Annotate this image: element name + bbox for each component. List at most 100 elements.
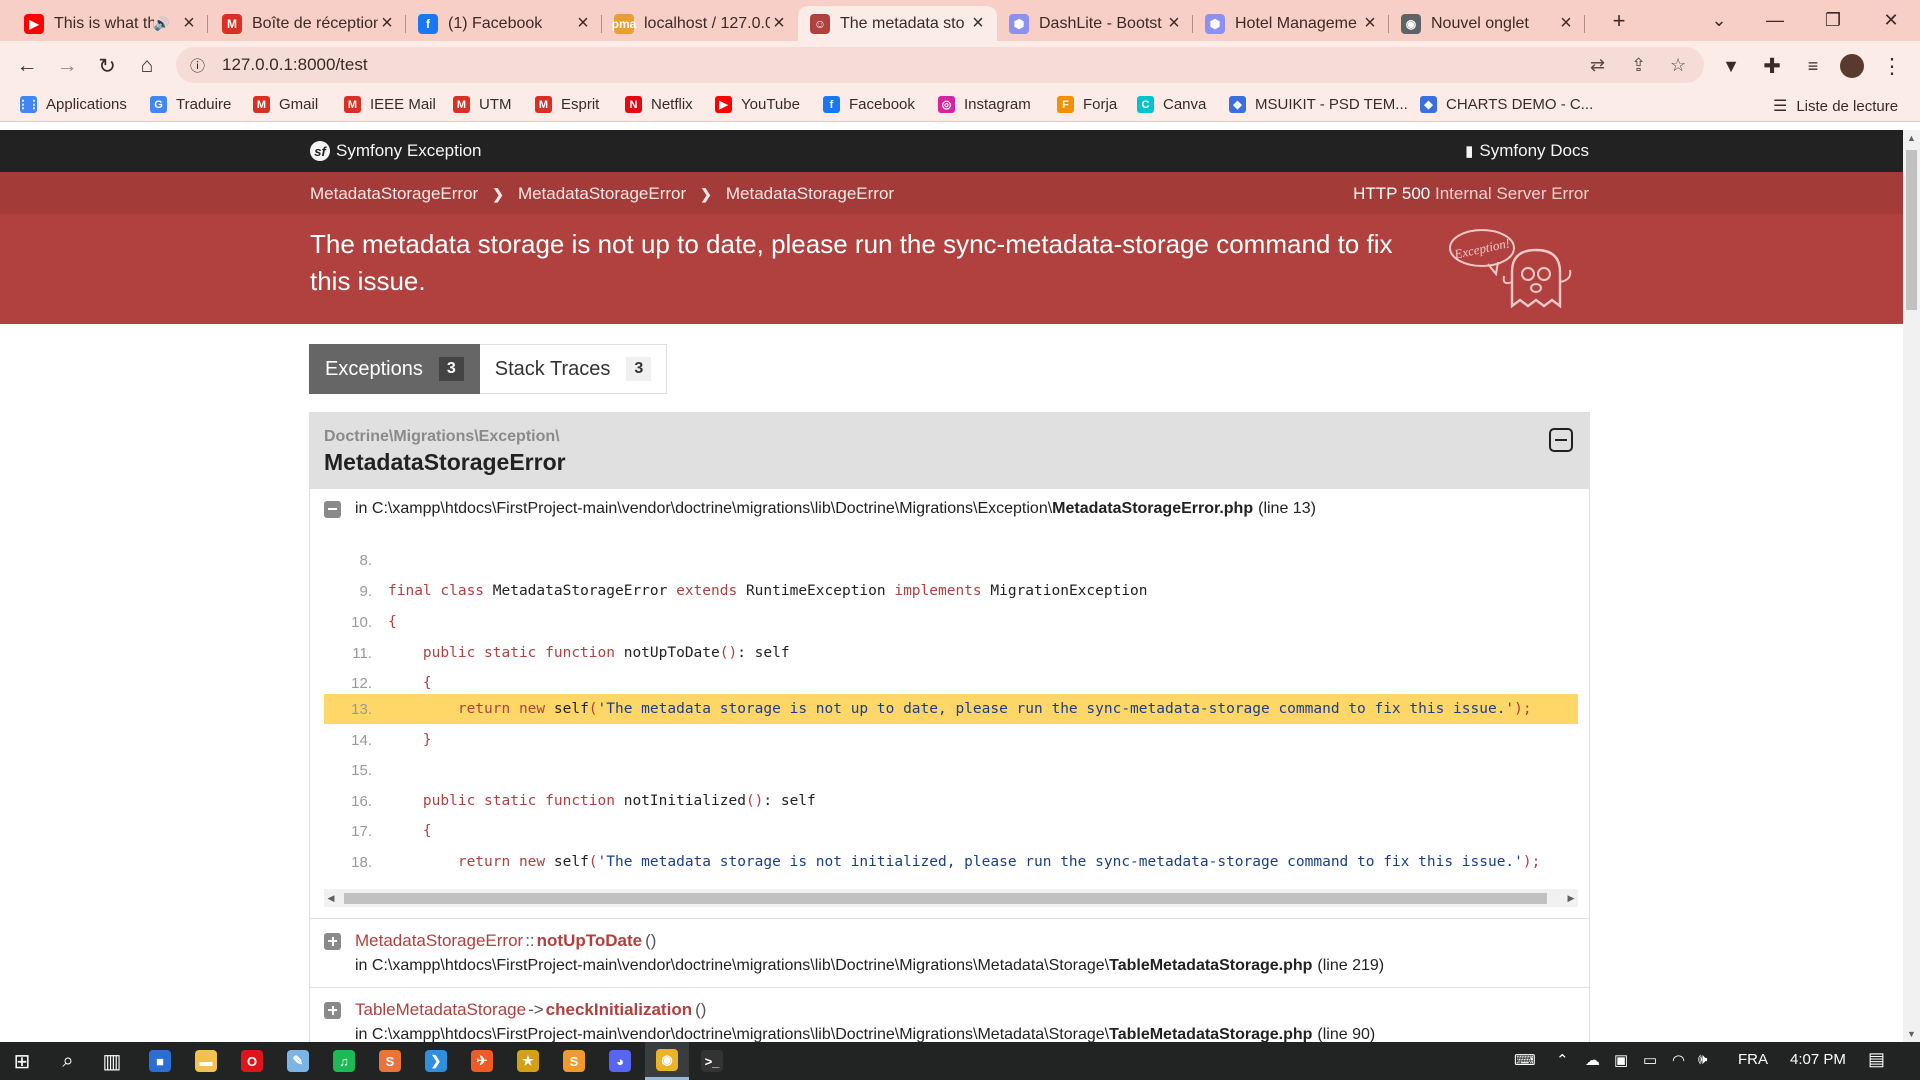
scrollbar-thumb[interactable] xyxy=(344,893,1547,904)
code-horizontal-scrollbar[interactable]: ◀ ▶ xyxy=(324,889,1578,907)
tab-close-icon[interactable]: × xyxy=(969,12,987,35)
translate-page-icon[interactable]: ⇄ xyxy=(1590,55,1605,76)
reload-icon[interactable]: ↻ xyxy=(93,52,121,80)
notepad-icon[interactable]: ✎ xyxy=(276,1042,320,1080)
address-bar[interactable]: ⓘ 127.0.0.1:8000/test ⇄ ⇪ ☆ xyxy=(176,47,1704,83)
extensions-puzzle-icon[interactable]: ✚ xyxy=(1758,52,1786,80)
audio-playing-icon[interactable]: 🔊 xyxy=(154,16,170,32)
page-scrollbar[interactable]: ▲ ▼ xyxy=(1903,130,1920,1042)
exception-file-line[interactable]: in C:\xampp\htdocs\FirstProject-main\ven… xyxy=(324,500,1316,518)
clock[interactable]: 4:07 PM xyxy=(1790,1051,1846,1068)
bookmark-item[interactable]: ▶ YouTube xyxy=(715,96,800,113)
search-icon[interactable]: ⌕ xyxy=(46,1042,90,1080)
bookmark-item[interactable]: M IEEE Mail xyxy=(344,96,436,113)
tab-close-icon[interactable]: × xyxy=(1165,12,1183,35)
tab-exceptions[interactable]: Exceptions 3 xyxy=(309,344,480,394)
display-icon[interactable]: ▣ xyxy=(1614,1051,1628,1069)
file-explorer-icon[interactable]: ▬ xyxy=(184,1042,228,1080)
opera-icon[interactable]: O xyxy=(230,1042,274,1080)
sublime-text-icon[interactable]: S xyxy=(552,1042,596,1080)
bookmark-item[interactable]: ◎ Instagram xyxy=(938,96,1031,113)
forward-arrow-icon[interactable]: → xyxy=(53,52,81,80)
browser-tab[interactable]: M Boîte de réception × xyxy=(210,6,406,41)
collapse-icon[interactable] xyxy=(1549,428,1573,452)
scroll-right-icon[interactable]: ▶ xyxy=(1564,889,1578,907)
page-scrollbar-thumb[interactable] xyxy=(1906,150,1917,310)
tab-close-icon[interactable]: × xyxy=(378,12,396,35)
close-window-button[interactable]: ✕ xyxy=(1862,0,1920,41)
tab-close-icon[interactable]: × xyxy=(1361,12,1379,35)
bookmark-item[interactable]: F Forja xyxy=(1057,96,1117,113)
chrome-icon[interactable]: ◉ xyxy=(645,1042,689,1080)
star-app-icon[interactable]: ★ xyxy=(506,1042,550,1080)
bookmark-item[interactable]: C Canva xyxy=(1137,96,1206,113)
tab-close-icon[interactable]: × xyxy=(180,12,198,35)
bookmark-star-icon[interactable]: ☆ xyxy=(1670,55,1686,76)
vscode-icon[interactable]: ❯ xyxy=(414,1042,458,1080)
cloud-icon[interactable]: ☁ xyxy=(1585,1051,1600,1069)
notifications-icon[interactable]: ▤ xyxy=(1868,1049,1885,1070)
profile-avatar[interactable] xyxy=(1838,52,1866,80)
postman-icon[interactable]: ✈ xyxy=(460,1042,504,1080)
tab-close-icon[interactable]: × xyxy=(574,12,592,35)
scroll-down-icon[interactable]: ▼ xyxy=(1903,1026,1920,1042)
address-url[interactable]: 127.0.0.1:8000/test xyxy=(222,55,368,75)
browser-tab[interactable]: ◉ Nouvel onglet × xyxy=(1389,6,1585,41)
media-queue-icon[interactable]: ≡ xyxy=(1799,52,1827,80)
symfony-docs-link[interactable]: ▮ Symfony Docs xyxy=(1465,141,1589,161)
stack-trace-item[interactable]: MetadataStorageError:: notUpToDate() in C:… xyxy=(310,918,1589,987)
tray-chevron-icon[interactable]: ⌃ xyxy=(1556,1051,1569,1069)
trace-function[interactable]: MetadataStorageError:: notUpToDate() xyxy=(324,931,656,951)
browser-tab[interactable]: ⬢ DashLite - Bootst × xyxy=(997,6,1193,41)
expand-frame-icon[interactable] xyxy=(324,932,341,950)
bookmark-item[interactable]: M Gmail xyxy=(253,96,318,113)
scroll-up-icon[interactable]: ▲ xyxy=(1903,130,1920,146)
home-icon[interactable]: ⌂ xyxy=(133,52,161,80)
browser-tab[interactable]: f (1) Facebook × xyxy=(406,6,602,41)
tab-search-chevron-icon[interactable]: ⌄ xyxy=(1690,0,1748,41)
breadcrumb-item[interactable]: MetadataStorageError xyxy=(310,184,478,204)
spotify-icon[interactable]: ♫ xyxy=(322,1042,366,1080)
volume-icon[interactable]: 🕪 xyxy=(1698,1051,1707,1068)
vpn-extension-icon[interactable]: ▼ xyxy=(1717,52,1745,80)
expand-frame-icon[interactable] xyxy=(324,1001,341,1019)
symfony-brand[interactable]: sf Symfony Exception xyxy=(310,141,482,161)
tab-close-icon[interactable]: × xyxy=(1557,12,1575,35)
wifi-icon[interactable]: ◠ xyxy=(1672,1051,1685,1069)
bookmark-item[interactable]: ◆ CHARTS DEMO - C... xyxy=(1420,96,1593,113)
language-indicator[interactable]: FRA xyxy=(1738,1051,1768,1068)
minimize-button[interactable]: — xyxy=(1746,0,1804,41)
tab-close-icon[interactable]: × xyxy=(770,12,788,35)
reading-list-button[interactable]: ☰ Liste de lecture xyxy=(1773,96,1898,116)
breadcrumb-item[interactable]: MetadataStorageError xyxy=(518,184,686,204)
back-arrow-icon[interactable]: ← xyxy=(13,52,41,80)
share-icon[interactable]: ⇪ xyxy=(1631,55,1646,76)
breadcrumb-item[interactable]: MetadataStorageError xyxy=(726,184,894,204)
browser-tab[interactable]: ▶ This is what the🔊 × xyxy=(12,6,208,41)
trace-function[interactable]: TableMetadataStorage -> checkInitializatio… xyxy=(324,1000,706,1020)
bookmark-item[interactable]: f Facebook xyxy=(823,96,915,113)
scroll-left-icon[interactable]: ◀ xyxy=(324,889,338,907)
bookmark-item[interactable]: M UTM xyxy=(453,96,512,113)
collapse-frame-icon[interactable] xyxy=(324,500,341,518)
discord-icon[interactable]: ◕ xyxy=(598,1042,642,1080)
bookmark-item[interactable]: ⋮⋮ Applications xyxy=(18,96,127,113)
tab-stack-traces[interactable]: Stack Traces 3 xyxy=(479,344,668,394)
sublime-box-icon[interactable]: S xyxy=(368,1042,412,1080)
bookmark-item[interactable]: M Esprit xyxy=(535,96,599,113)
browser-tab[interactable]: ☺ The metadata sto × xyxy=(798,6,997,41)
keyboard-icon[interactable]: ⌨ xyxy=(1514,1051,1536,1069)
battery-icon[interactable]: ▭ xyxy=(1643,1051,1657,1069)
browser-menu-icon[interactable]: ⋮ xyxy=(1878,52,1906,80)
stack-trace-item[interactable]: TableMetadataStorage -> checkInitializatio… xyxy=(310,987,1589,1042)
store-icon[interactable]: ■ xyxy=(138,1042,182,1080)
site-info-icon[interactable]: ⓘ xyxy=(176,55,212,76)
browser-tab[interactable]: ⬢ Hotel Manageme × xyxy=(1193,6,1389,41)
terminal-icon[interactable]: >_ xyxy=(690,1042,734,1080)
bookmark-item[interactable]: G Traduire xyxy=(150,96,231,113)
task-view-icon[interactable]: ▥ xyxy=(90,1042,134,1080)
new-tab-button[interactable]: + xyxy=(1604,0,1634,41)
bookmark-item[interactable]: ◆ MSUIKIT - PSD TEM... xyxy=(1229,96,1408,113)
bookmark-item[interactable]: N Netflix xyxy=(625,96,693,113)
windows-start-icon[interactable]: ⊞ xyxy=(0,1042,44,1080)
